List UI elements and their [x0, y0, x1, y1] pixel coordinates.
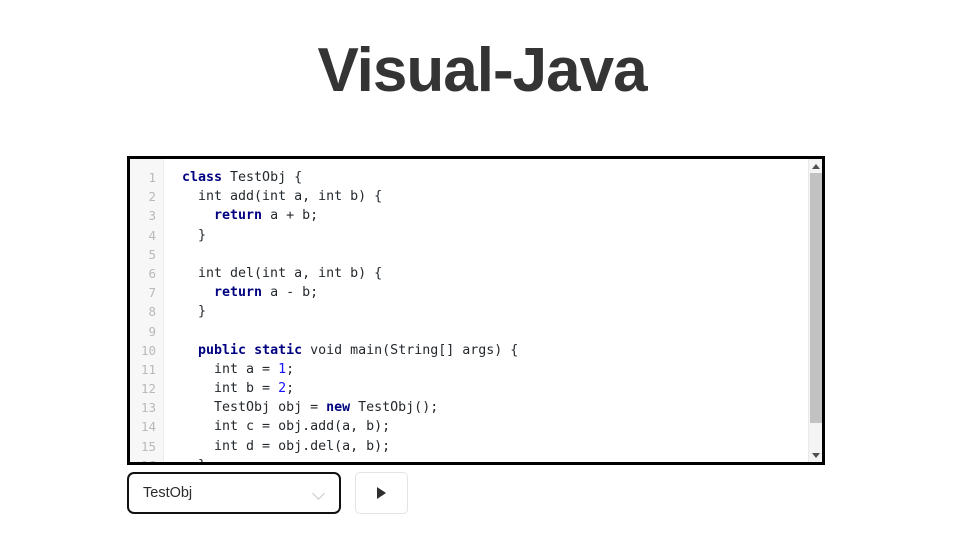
line-number: 6: [148, 265, 156, 281]
chevron-down-icon: [313, 487, 326, 500]
scrollbar-thumb[interactable]: [810, 173, 822, 423]
code-token: a + b;: [262, 208, 319, 224]
line-number: 1: [148, 170, 156, 185]
line-number: 3: [148, 208, 156, 224]
code-token: static: [254, 342, 303, 358]
code-token: 2: [278, 381, 287, 397]
code-editor[interactable]: 12345678910111213141516 class TestObj { …: [127, 156, 825, 465]
code-line: }: [182, 302, 808, 321]
scroll-up-button[interactable]: [809, 159, 822, 173]
page-title: Visual-Java: [317, 36, 647, 105]
code-line: }: [182, 456, 808, 462]
line-number: 13: [140, 400, 156, 416]
code-line: class TestObj {: [182, 168, 808, 187]
code-token: }: [182, 227, 207, 243]
code-token: }: [182, 458, 206, 462]
code-token: new: [326, 400, 351, 416]
code-token: int d = obj.del(a, b);: [182, 438, 391, 454]
code-line: TestObj obj = new TestObj();: [182, 398, 808, 417]
code-line: int c = obj.add(a, b);: [182, 417, 808, 436]
code-line: public static void main(String[] args) {: [182, 341, 808, 360]
scroll-down-button[interactable]: [809, 448, 822, 462]
line-number: 7: [148, 285, 156, 301]
code-line: return a + b;: [182, 206, 808, 225]
code-token: public: [198, 342, 247, 358]
class-select-value: TestObj: [143, 485, 193, 501]
code-line: int d = obj.del(a, b);: [182, 437, 808, 456]
code-token: return: [214, 285, 263, 301]
triangle-down-icon: [812, 453, 820, 458]
editor-controls: TestObj: [127, 472, 408, 514]
editor-vertical-scrollbar[interactable]: [808, 159, 822, 462]
code-token: class: [182, 170, 223, 185]
line-number: 15: [140, 438, 156, 454]
code-token: ;: [286, 361, 295, 377]
code-line: int add(int a, int b) {: [182, 187, 808, 206]
code-content[interactable]: class TestObj { int add(int a, int b) { …: [165, 168, 808, 462]
code-line: return a - b;: [182, 283, 808, 302]
code-token: int c = obj.add(a, b);: [182, 419, 391, 435]
code-token: void main(String[] args) {: [302, 342, 519, 358]
code-line: int del(int a, int b) {: [182, 264, 808, 283]
code-token: int add(int a, int b) {: [182, 189, 383, 205]
code-token: int del(int a, int b) {: [182, 265, 383, 281]
line-numbers: 12345678910111213141516: [130, 168, 156, 462]
code-token: 1: [278, 361, 287, 377]
code-token: return: [214, 208, 263, 224]
app-root: Visual-Java 12345678910111213141516 clas…: [0, 0, 964, 557]
line-number: 12: [140, 381, 156, 397]
line-number: 14: [140, 419, 156, 435]
code-token: int a =: [182, 361, 279, 377]
code-line: }: [182, 226, 808, 245]
line-number: 5: [148, 246, 156, 262]
line-number: 16: [130, 456, 156, 462]
code-token: TestObj obj =: [182, 400, 327, 416]
code-token: a - b;: [262, 285, 319, 301]
code-token: TestObj {: [222, 170, 303, 185]
line-number: 10: [140, 342, 156, 358]
line-number-gutter: 12345678910111213141516: [130, 159, 164, 462]
code-token: TestObj();: [350, 400, 439, 416]
code-line: int b = 2;: [182, 379, 808, 398]
triangle-up-icon: [812, 164, 820, 169]
code-token: }: [182, 304, 207, 320]
line-number: 4: [148, 227, 156, 243]
code-editor-inner[interactable]: 12345678910111213141516 class TestObj { …: [130, 159, 822, 462]
code-line: int a = 1;: [182, 360, 808, 379]
code-token: ;: [286, 381, 295, 397]
run-button[interactable]: [355, 472, 408, 514]
code-token: int b =: [182, 381, 279, 397]
play-icon: [377, 487, 386, 499]
line-number: 2: [148, 189, 156, 205]
line-number: 11: [140, 361, 156, 377]
code-scroll-area[interactable]: class TestObj { int add(int a, int b) { …: [165, 168, 808, 462]
class-select[interactable]: TestObj: [127, 472, 341, 514]
line-number: 8: [148, 304, 156, 320]
line-number: 9: [148, 323, 156, 339]
